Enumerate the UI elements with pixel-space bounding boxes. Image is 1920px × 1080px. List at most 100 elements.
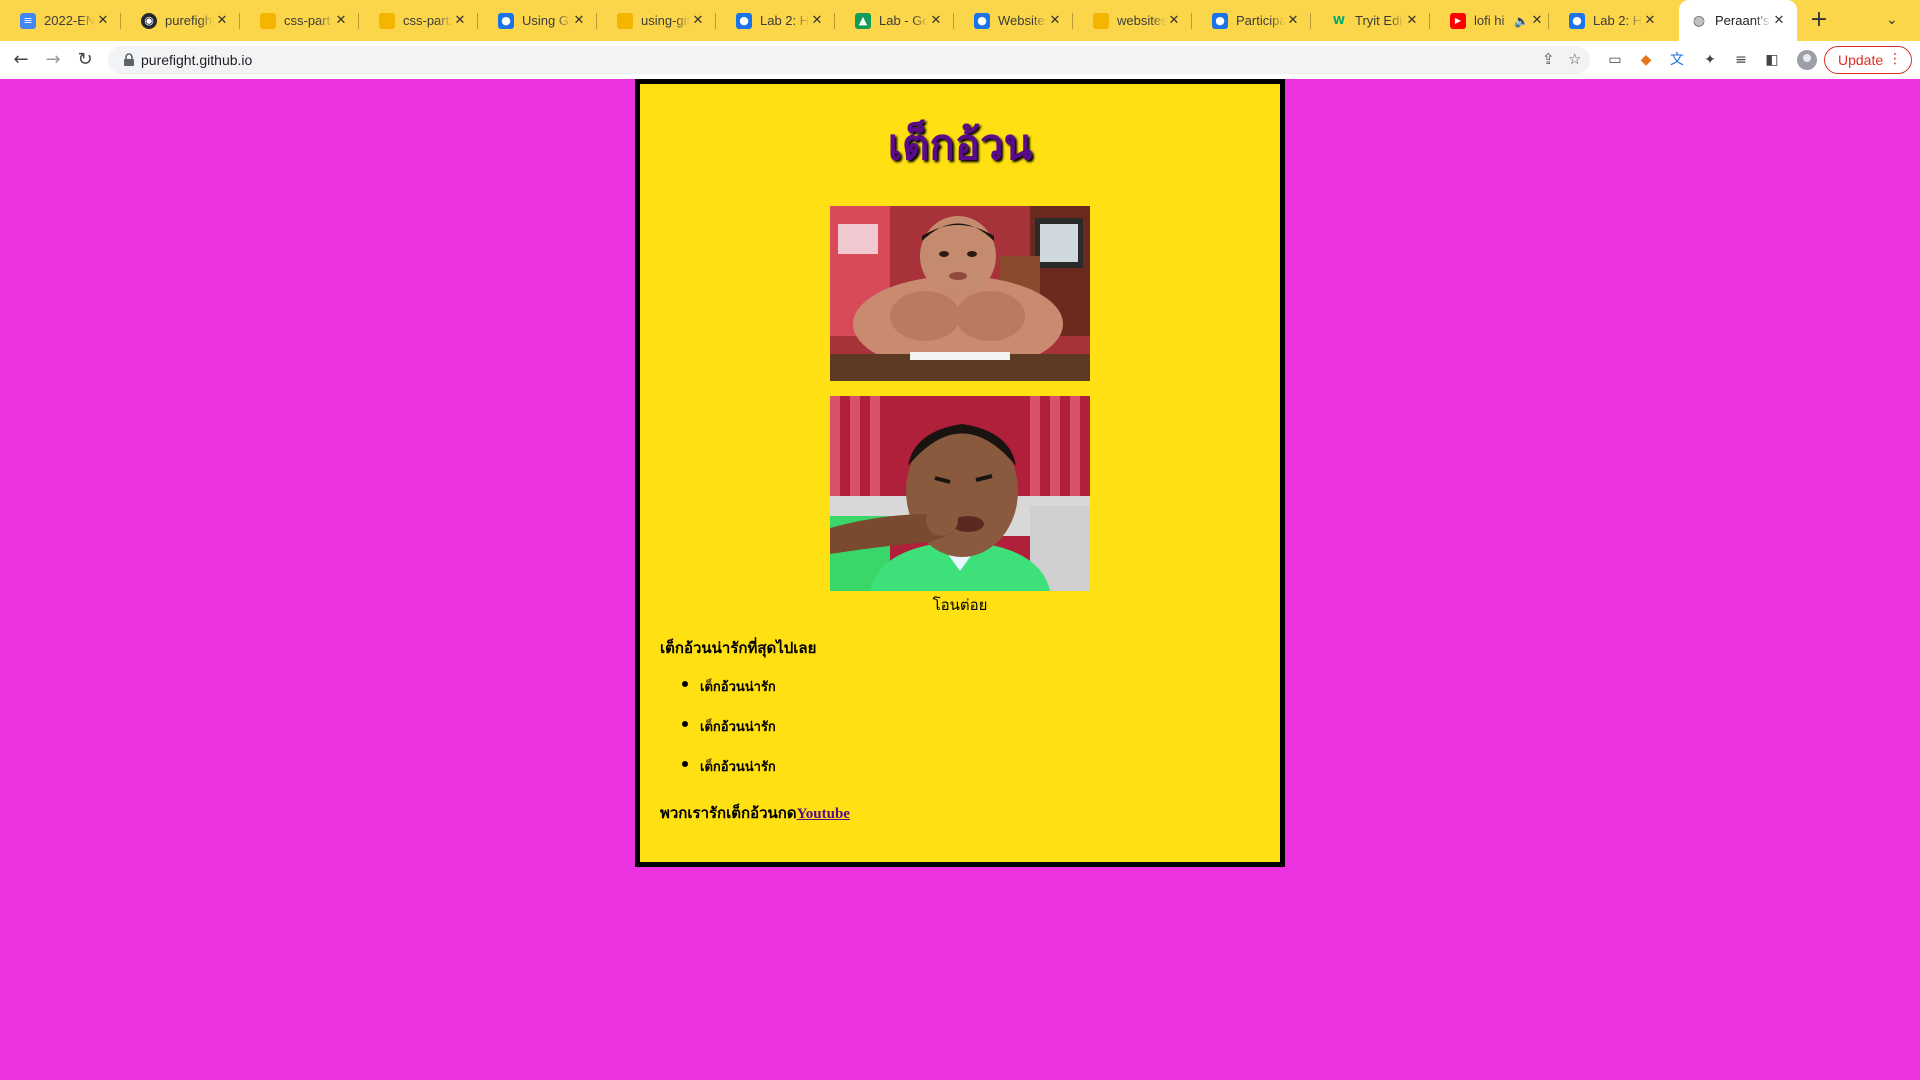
google-slides-icon bbox=[260, 12, 276, 29]
tab-search-icon[interactable]: ⌄ bbox=[1886, 12, 1898, 28]
close-tab-icon[interactable]: ✕ bbox=[95, 13, 111, 28]
content-card: เต็กอ้วน โอนต่อย เต็กอ้วนน่ารักที่สุดไปเ… bbox=[635, 79, 1285, 867]
tab-title: purefight/ bbox=[165, 13, 214, 28]
cast-icon[interactable]: ▭ bbox=[1606, 51, 1624, 69]
close-tab-icon[interactable]: ✕ bbox=[1166, 13, 1182, 28]
close-tab-icon[interactable]: ✕ bbox=[214, 13, 230, 28]
google-classroom-icon: ● bbox=[1569, 12, 1585, 29]
speaker-icon[interactable]: 🔈 bbox=[1514, 14, 1529, 28]
bullet-icon bbox=[682, 721, 688, 727]
close-tab-icon[interactable]: ✕ bbox=[1529, 13, 1545, 28]
google-drive-icon: ▲ bbox=[855, 12, 871, 29]
youtube-icon: ▶ bbox=[1450, 12, 1466, 29]
tab-title: Lab - Goo bbox=[879, 13, 928, 28]
back-icon[interactable]: ← bbox=[10, 49, 32, 71]
lock-icon bbox=[124, 53, 134, 66]
close-tab-icon[interactable]: ✕ bbox=[690, 13, 706, 28]
tab-15-active[interactable]: ◍ Peraant's ✕ bbox=[1679, 0, 1797, 41]
tab-title: css-part2 bbox=[403, 13, 452, 28]
tab-10[interactable]: websites- ✕ bbox=[1073, 0, 1192, 41]
tab-7[interactable]: ● Lab 2: HT ✕ bbox=[716, 0, 835, 41]
bookmark-star-icon[interactable]: ☆ bbox=[1568, 50, 1581, 68]
github-icon: ◉ bbox=[141, 12, 157, 29]
tab-1[interactable]: ≡ 2022-EN ✕ bbox=[0, 0, 121, 41]
bullet-icon bbox=[682, 681, 688, 687]
google-classroom-icon: ● bbox=[736, 12, 752, 29]
metamask-icon[interactable]: ◆ bbox=[1637, 51, 1655, 69]
extensions-puzzle-icon[interactable]: ✦ bbox=[1701, 51, 1719, 69]
tab-14[interactable]: ● Lab 2: HT ✕ bbox=[1549, 0, 1668, 41]
google-classroom-icon: ● bbox=[974, 12, 990, 29]
close-tab-icon[interactable]: ✕ bbox=[1642, 13, 1658, 28]
browser-toolbar: ← → ↻ purefight.github.io ⇪ ☆ ▭ ◆ 文 ✦ ≡ … bbox=[0, 41, 1920, 79]
translate-icon[interactable]: 文 bbox=[1668, 51, 1686, 69]
tab-title: using-git bbox=[641, 13, 690, 28]
tab-title: Lab 2: HT bbox=[760, 13, 809, 28]
google-docs-icon: ≡ bbox=[20, 12, 36, 29]
address-bar[interactable]: purefight.github.io ⇪ ☆ bbox=[108, 46, 1590, 74]
new-tab-button[interactable]: + bbox=[1808, 9, 1830, 32]
youtube-link[interactable]: Youtube bbox=[797, 806, 850, 822]
footer-text: พวกเรารักเต็กอ้วนกด bbox=[660, 804, 797, 822]
tab-6[interactable]: using-git ✕ bbox=[597, 0, 716, 41]
tab-3[interactable]: css-part1 ✕ bbox=[240, 0, 359, 41]
close-tab-icon[interactable]: ✕ bbox=[928, 13, 944, 28]
list-item-text: เต็กอ้วนน่ารัก bbox=[700, 680, 776, 695]
tab-title: Lab 2: HT bbox=[1593, 13, 1642, 28]
google-classroom-icon: ● bbox=[1212, 12, 1228, 29]
share-icon[interactable]: ⇪ bbox=[1542, 50, 1555, 68]
close-tab-icon[interactable]: ✕ bbox=[333, 13, 349, 28]
google-slides-icon bbox=[379, 12, 395, 29]
tab-title: Using Git bbox=[522, 13, 571, 28]
tab-title: Websites bbox=[998, 13, 1047, 28]
close-tab-icon[interactable]: ✕ bbox=[809, 13, 825, 28]
forward-icon[interactable]: → bbox=[42, 49, 64, 71]
url-text: purefight.github.io bbox=[141, 52, 253, 68]
tab-title: Peraant's bbox=[1715, 13, 1770, 28]
image-caption: โอนต่อย bbox=[932, 596, 988, 614]
tab-8[interactable]: ▲ Lab - Goo ✕ bbox=[835, 0, 954, 41]
tab-11[interactable]: ● Participat ✕ bbox=[1192, 0, 1311, 41]
list-item: เต็กอ้วนน่ารัก bbox=[678, 716, 776, 756]
section-heading: เต็กอ้วนน่ารักที่สุดไปเลย bbox=[660, 639, 817, 657]
update-button[interactable]: Update ⋮ bbox=[1824, 46, 1912, 74]
google-slides-icon bbox=[617, 12, 633, 29]
page-title: เต็กอ้วน bbox=[887, 120, 1033, 169]
list-item: เต็กอ้วนน่ารัก bbox=[678, 756, 776, 796]
tab-4[interactable]: css-part2 ✕ bbox=[359, 0, 478, 41]
close-tab-icon[interactable]: ✕ bbox=[1404, 13, 1420, 28]
close-tab-icon[interactable]: ✕ bbox=[452, 13, 468, 28]
list-item-text: เต็กอ้วนน่ารัก bbox=[700, 760, 776, 775]
close-tab-icon[interactable]: ✕ bbox=[1285, 13, 1301, 28]
tab-title: lofi hi bbox=[1474, 13, 1505, 28]
bullet-list: เต็กอ้วนน่ารัก เต็กอ้วนน่ารัก เต็กอ้วนน่… bbox=[678, 676, 776, 796]
side-panel-icon[interactable]: ◧ bbox=[1763, 51, 1781, 69]
tab-title: websites- bbox=[1117, 13, 1166, 28]
photo-boy-punch bbox=[830, 396, 1090, 591]
tab-5[interactable]: ● Using Git ✕ bbox=[478, 0, 597, 41]
tab-13[interactable]: ▶ lofi hi 🔈 ✕ bbox=[1430, 0, 1549, 41]
tab-title: css-part1 bbox=[284, 13, 333, 28]
profile-avatar[interactable] bbox=[1797, 50, 1817, 70]
tab-2[interactable]: ◉ purefight/ ✕ bbox=[121, 0, 240, 41]
reading-list-icon[interactable]: ≡ bbox=[1732, 51, 1750, 69]
tab-12[interactable]: W Tryit Edito ✕ bbox=[1311, 0, 1430, 41]
close-tab-icon[interactable]: ✕ bbox=[1047, 13, 1063, 28]
google-classroom-icon: ● bbox=[498, 12, 514, 29]
tab-title: 2022-EN bbox=[44, 13, 95, 28]
list-item-text: เต็กอ้วนน่ารัก bbox=[700, 720, 776, 735]
tab-strip: ≡ 2022-EN ✕ ◉ purefight/ ✕ css-part1 ✕ c… bbox=[0, 0, 1920, 41]
bullet-icon bbox=[682, 761, 688, 767]
reload-icon[interactable]: ↻ bbox=[74, 49, 96, 71]
list-item: เต็กอ้วนน่ารัก bbox=[678, 676, 776, 716]
w3schools-icon: W bbox=[1332, 14, 1346, 27]
close-tab-icon[interactable]: ✕ bbox=[1771, 13, 1787, 28]
tab-title: Participat bbox=[1236, 13, 1285, 28]
update-label: Update bbox=[1838, 52, 1884, 68]
tab-9[interactable]: ● Websites ✕ bbox=[954, 0, 1073, 41]
footer-paragraph: พวกเรารักเต็กอ้วนกดYoutube bbox=[660, 801, 850, 825]
close-tab-icon[interactable]: ✕ bbox=[571, 13, 587, 28]
tab-title: Tryit Edito bbox=[1355, 13, 1404, 28]
more-menu-icon[interactable]: ⋮ bbox=[1888, 51, 1902, 67]
google-slides-icon bbox=[1093, 12, 1109, 29]
